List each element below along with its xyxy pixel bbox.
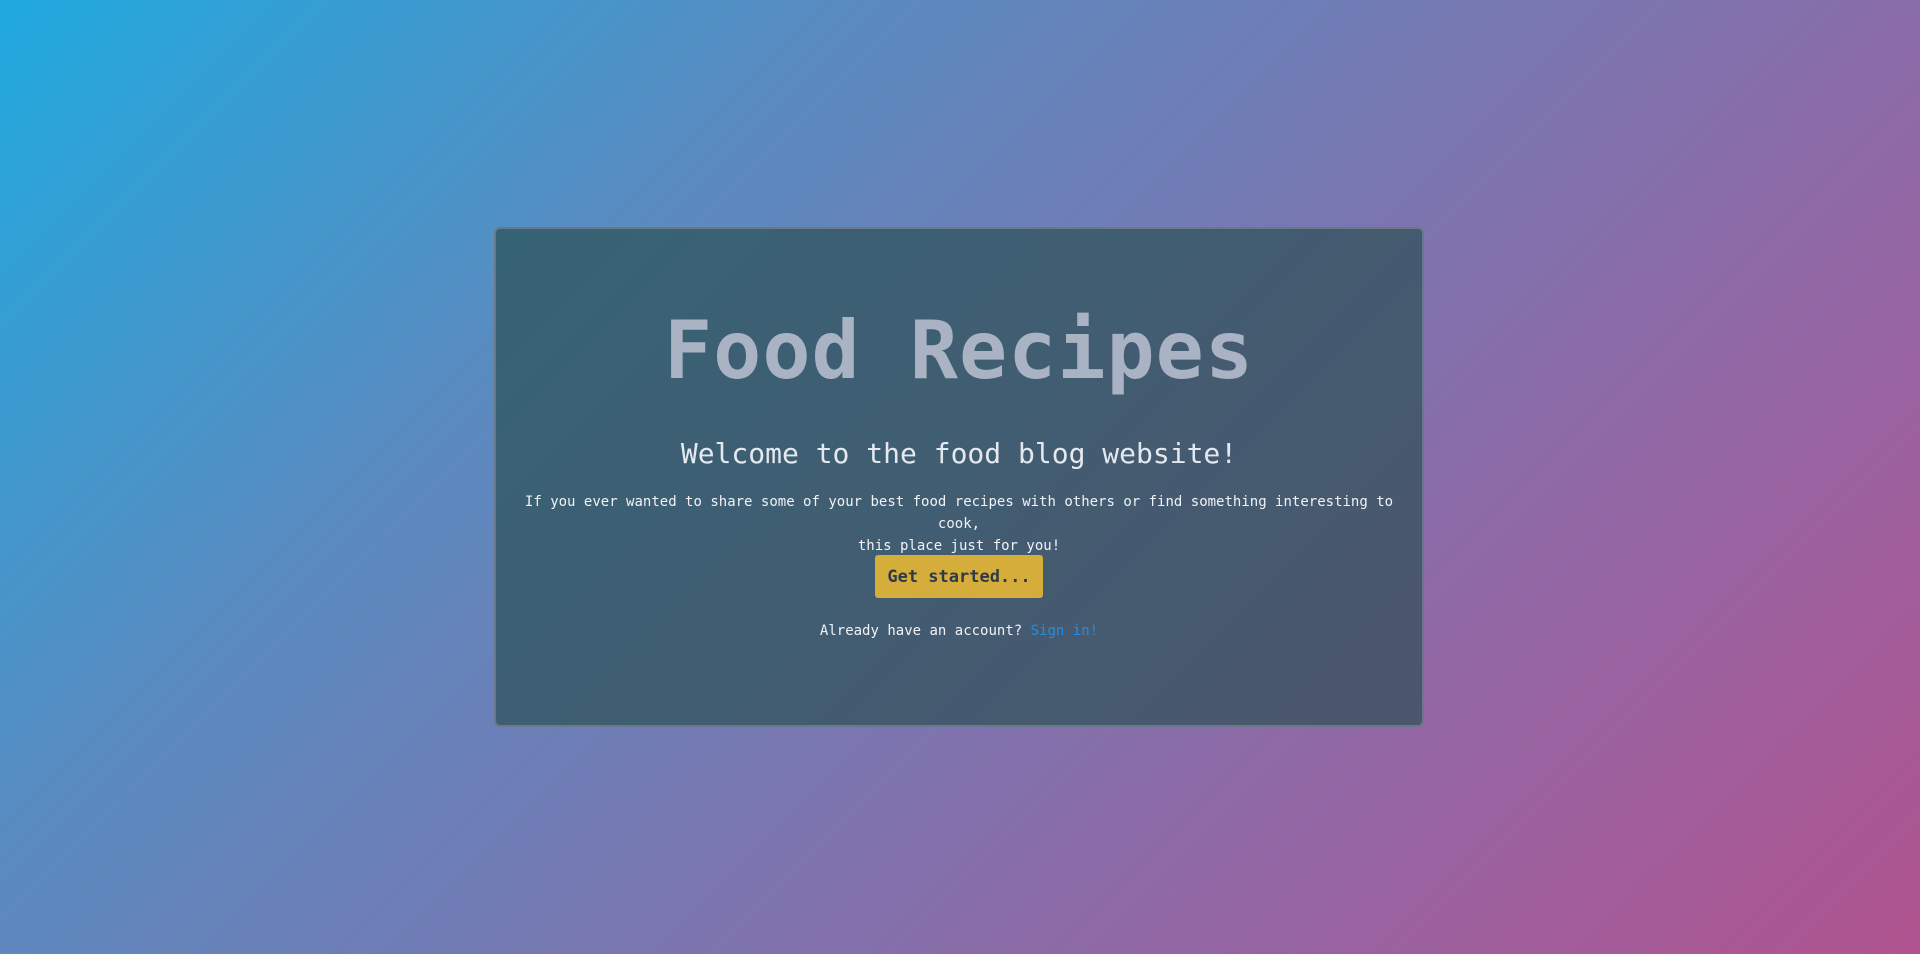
page-title: Food Recipes bbox=[664, 304, 1254, 397]
get-started-button[interactable]: Get started... bbox=[875, 555, 1043, 598]
signin-prompt-text: Already have an account? bbox=[819, 623, 1023, 639]
signin-prompt: Already have an account? Sign in! bbox=[496, 621, 1422, 641]
description-line-1: If you ever wanted to share some of your… bbox=[524, 494, 1394, 532]
welcome-subtitle: Welcome to the food blog website! bbox=[680, 437, 1238, 470]
description-line-2: this place just for you! bbox=[857, 538, 1061, 554]
signin-link[interactable]: Sign in! bbox=[1031, 623, 1098, 639]
welcome-card: Food Recipes Welcome to the food blog we… bbox=[494, 227, 1424, 727]
welcome-description: If you ever wanted to share some of your… bbox=[516, 491, 1402, 557]
